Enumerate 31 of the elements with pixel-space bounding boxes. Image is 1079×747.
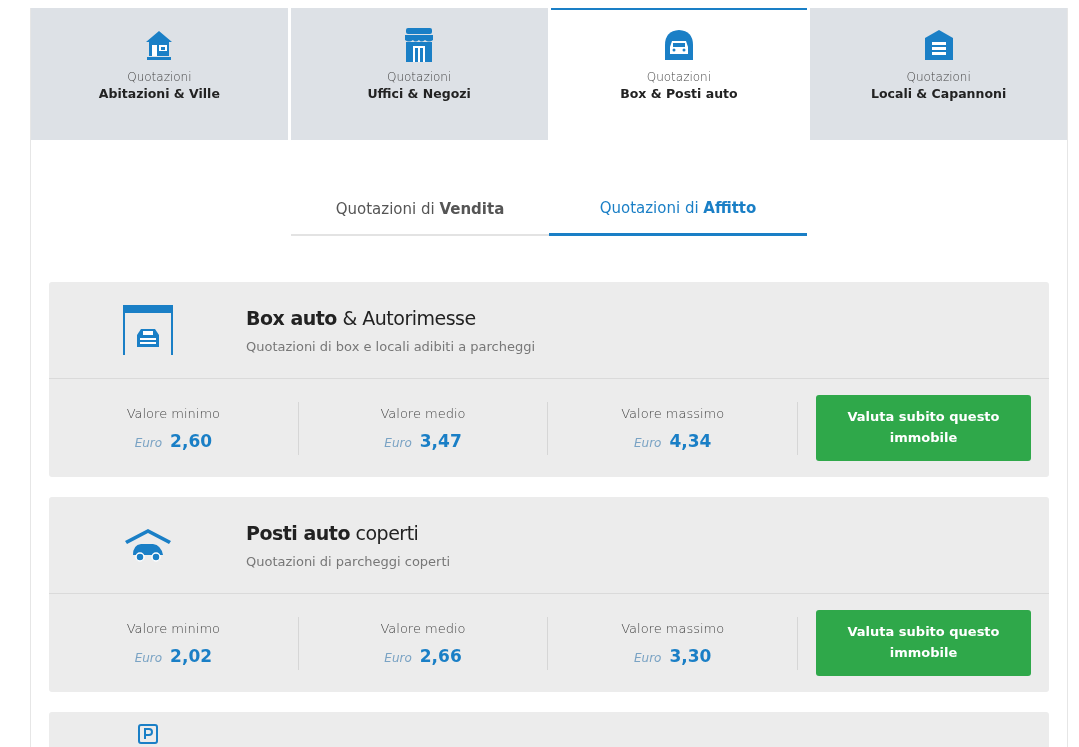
currency-unit: Euro — [633, 435, 662, 450]
stat-label: Valore medio — [380, 405, 466, 421]
price-value: 3,47 — [419, 430, 462, 451]
stat-label: Valore massimo — [621, 620, 725, 636]
covered-car-icon — [122, 527, 173, 563]
stat-label: Valore medio — [380, 620, 466, 636]
parking-icon — [137, 724, 158, 744]
price-value: 2,60 — [170, 430, 213, 451]
currency-unit: Euro — [633, 650, 662, 665]
currency-unit: Euro — [134, 435, 163, 450]
stat-label: Valore minimo — [126, 620, 220, 636]
card-title: Box auto & Autorimesse — [246, 306, 477, 329]
card-title: Posti auto coperti — [246, 521, 420, 544]
garage-car-icon — [122, 305, 173, 355]
currency-unit: Euro — [384, 650, 412, 665]
price-value: 2,02 — [170, 645, 213, 666]
listing-type-tab[interactable]: Quotazioni di Affitto — [549, 186, 807, 236]
price-value: 4,34 — [669, 430, 712, 451]
shop-icon — [403, 26, 436, 64]
category-tab[interactable]: Quotazioni Abitazioni & Ville — [31, 8, 288, 140]
card-subtitle: Quotazioni di box e locali adibiti a parcheggi — [246, 338, 536, 354]
price-value: 3,30 — [669, 645, 712, 666]
card-subtitle: Quotazioni di parcheggi coperti — [246, 553, 451, 569]
currency-unit: Euro — [384, 435, 412, 450]
category-tab[interactable]: Quotazioni Locali & Capannoni — [810, 8, 1067, 140]
price-value: 2,66 — [419, 645, 462, 666]
stat-label: Valore massimo — [621, 405, 725, 421]
listing-type-tab[interactable]: Quotazioni di Vendita — [291, 186, 549, 236]
category-tab[interactable]: Quotazioni Uffici & Negozi — [290, 8, 548, 140]
stat-label: Valore minimo — [126, 405, 220, 421]
currency-unit: Euro — [134, 650, 163, 665]
